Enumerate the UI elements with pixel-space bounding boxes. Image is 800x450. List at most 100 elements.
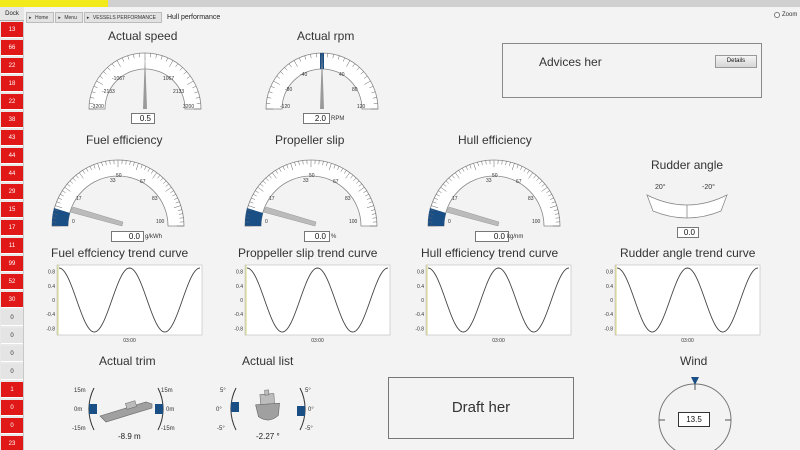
speed-value: 0.5	[131, 113, 155, 124]
list-label: 0°	[308, 407, 314, 413]
plot-area	[425, 264, 572, 336]
sidebar-cell[interactable]: 11	[1, 238, 23, 254]
hull-unit: kg/nm	[507, 234, 524, 240]
list-value: -2.27 °	[256, 432, 280, 441]
zoom-radio[interactable]	[774, 12, 780, 18]
plot-area	[614, 264, 761, 336]
rudder-left-label: 20°	[655, 183, 666, 191]
y-tick-label: 0.4	[236, 284, 243, 290]
x-tick-label: 03:00	[311, 338, 324, 343]
x-tick-label: 03:00	[681, 338, 694, 343]
trim-label: -15m	[72, 426, 86, 432]
plot-area	[56, 264, 203, 336]
speed-title: Actual speed	[108, 29, 178, 43]
rpm-tick-label: 40	[339, 72, 345, 78]
y-tick-label: 0	[52, 298, 55, 304]
sidebar-cell[interactable]: 1	[1, 382, 23, 398]
y-tick-label: 0	[610, 298, 613, 304]
sidebar-cell[interactable]: 29	[1, 184, 23, 200]
sidebar-cell[interactable]: 0	[1, 400, 23, 416]
advice-panel: Advices her Details	[502, 43, 762, 98]
breadcrumb-menu[interactable]: Menu	[55, 11, 83, 23]
y-tick-label: 0	[240, 298, 243, 304]
details-button[interactable]: Details	[715, 55, 757, 68]
rpm-tick-label: -120	[280, 104, 290, 110]
fuel-needle	[69, 206, 124, 227]
y-tick-label: -0.8	[46, 326, 55, 332]
top-status-highlight	[0, 0, 108, 7]
list-label: 0°	[216, 407, 222, 413]
page-title: Hull performance	[166, 13, 221, 21]
sidebar: Dock 13 66 22 18 22 38 43 44 44 29 15 17 11 99 52 30 0 0 0…	[0, 7, 24, 450]
slip-tick-label: 17	[269, 196, 275, 202]
hull-tick-label: 17	[452, 196, 458, 202]
sidebar-cell[interactable]: 44	[1, 148, 23, 164]
breadcrumb-home[interactable]: Home	[26, 11, 55, 23]
slip-tick-label: 67	[333, 179, 339, 185]
trim-label: 0m	[74, 407, 83, 413]
y-tick-label: 0.8	[48, 270, 55, 276]
sidebar-cell[interactable]: 0	[1, 364, 23, 380]
sidebar-cell[interactable]: 23	[1, 436, 23, 450]
sidebar-cell[interactable]: 52	[1, 274, 23, 290]
trim-value: -8.9 m	[118, 432, 141, 441]
fuel-tick-label: 17	[76, 196, 82, 202]
top-status-bar	[0, 0, 800, 7]
dock-button[interactable]: Dock	[0, 7, 24, 21]
speed-tick-label: 3200	[183, 104, 194, 110]
rudder-gauge: 20° -20°	[646, 183, 728, 219]
sidebar-cell[interactable]: 17	[1, 220, 23, 236]
trim-title: Actual trim	[99, 354, 156, 368]
sidebar-cell[interactable]: 44	[1, 166, 23, 182]
list-label: 5°	[220, 388, 226, 394]
sidebar-cell[interactable]: 0	[1, 310, 23, 326]
hull-trend-title: Hull efficiency trend curve	[421, 246, 559, 260]
speed-tick-label: -1067	[112, 76, 125, 82]
sidebar-cell[interactable]: 30	[1, 292, 23, 308]
sidebar-cell[interactable]: 0	[1, 328, 23, 344]
plot-area	[244, 264, 391, 336]
sidebar-cell[interactable]: 99	[1, 256, 23, 272]
zoom-toggle[interactable]: Zoom	[774, 12, 797, 18]
sidebar-cell[interactable]: 15	[1, 202, 23, 218]
rudder-trend-title: Rudder angle trend curve	[620, 246, 756, 260]
fuel-value: 0.0	[111, 231, 144, 242]
sidebar-cell[interactable]: 0	[1, 346, 23, 362]
hull-title: Hull efficiency	[458, 133, 532, 147]
y-tick-label: 0.8	[236, 270, 243, 276]
hull-gauge: 33 50 67 17 83 0 100	[427, 159, 561, 227]
rpm-tick-label: -80	[285, 87, 292, 93]
slip-tick-label: 33	[303, 178, 309, 184]
hull-tick-label: 83	[528, 196, 534, 202]
slip-gauge: 33 50 67 17 83 0 100	[244, 159, 378, 227]
sidebar-cell[interactable]: 38	[1, 112, 23, 128]
rpm-title: Actual rpm	[297, 29, 355, 43]
list-title: Actual list	[242, 354, 294, 368]
sidebar-cell[interactable]: 66	[1, 40, 23, 56]
sidebar-cell[interactable]: 22	[1, 94, 23, 110]
y-tick-label: -0.4	[604, 312, 613, 318]
speed-tick-label: 2133	[173, 89, 184, 95]
hull-trend-chart: 0.8 0.4 0 -0.4 -0.8 03:00	[415, 264, 572, 343]
x-tick-label: 03:00	[123, 338, 136, 343]
fuel-tick-label: 50	[116, 173, 122, 179]
hull-value: 0.0	[475, 231, 509, 242]
speed-tick-label: -3200	[91, 104, 104, 110]
slip-unit: %	[331, 234, 337, 240]
slip-trend-chart: 0.8 0.4 0 -0.4 -0.8 03:00	[234, 264, 391, 343]
rudder-right-label: -20°	[702, 183, 715, 191]
hull-needle	[445, 206, 500, 227]
trim-label: 15m	[161, 388, 173, 394]
y-tick-label: 0.4	[417, 284, 424, 290]
draft-title: Draft her	[451, 399, 511, 416]
sidebar-cell[interactable]: 22	[1, 58, 23, 74]
sidebar-cell[interactable]: 18	[1, 76, 23, 92]
fuel-trend-chart: 0.8 0.4 0 -0.4 -0.8 03:00	[46, 264, 203, 343]
sidebar-cell[interactable]: 43	[1, 130, 23, 146]
y-tick-label: -0.4	[46, 312, 55, 318]
sidebar-cell[interactable]: 0	[1, 418, 23, 434]
breadcrumb-vessels-performance[interactable]: VESSELS PERFORMANCE	[83, 11, 162, 23]
rpm-value: 2.0	[303, 113, 330, 124]
sidebar-cell[interactable]: 13	[1, 22, 23, 38]
zoom-label: Zoom	[782, 12, 798, 18]
